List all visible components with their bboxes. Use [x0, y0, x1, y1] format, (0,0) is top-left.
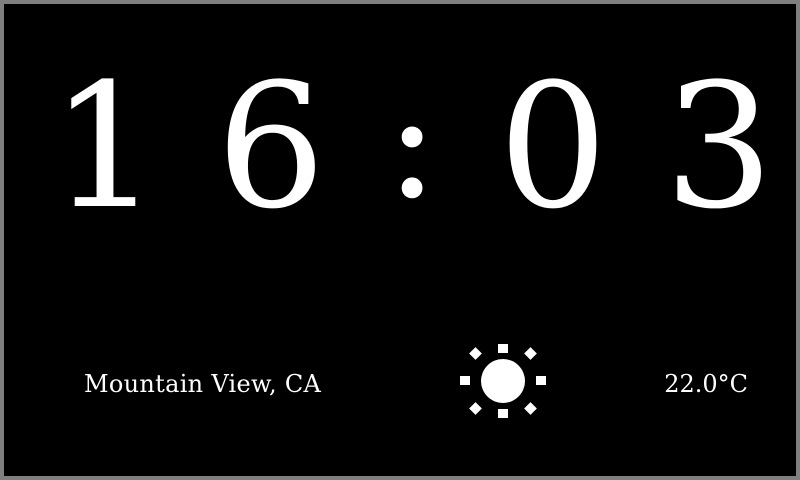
clock-display: 1 6 : 0 3 Mountain View, CA 22.0°C — [0, 0, 800, 480]
weather-bar: Mountain View, CA 22.0°C — [4, 344, 800, 434]
time-display: 1 6 : 0 3 — [4, 52, 800, 242]
location-label: Mountain View, CA — [84, 370, 322, 398]
time-separator: : — [385, 47, 439, 234]
hour-tens-digit: 1 — [50, 46, 160, 247]
sun-icon — [460, 344, 546, 418]
minute-tens-digit: 0 — [498, 46, 608, 247]
temperature-label: 22.0°C — [664, 370, 748, 398]
minute-ones-digit: 3 — [664, 46, 774, 247]
hour-ones-digit: 6 — [216, 46, 326, 247]
